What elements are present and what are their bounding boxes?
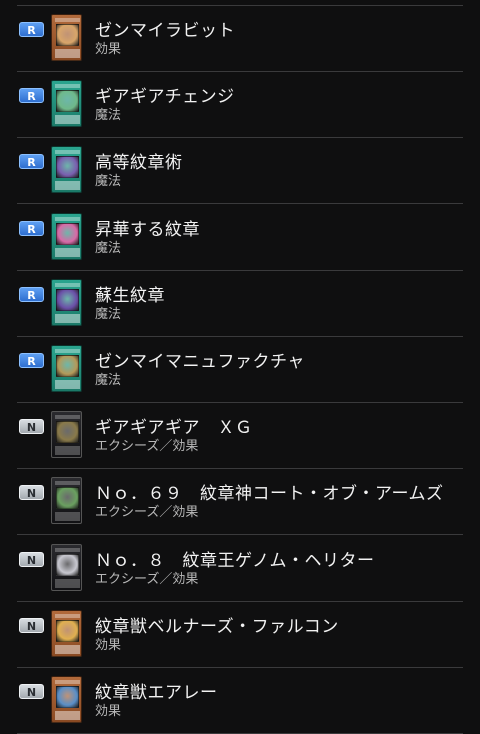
rarity-badge: R [19, 221, 44, 236]
card-row[interactable]: R ゼンマイマニュファクチャ 魔法 [0, 337, 480, 403]
rarity-badge: N [19, 552, 44, 567]
rarity-badge: R [19, 287, 44, 302]
card-list: R ゼンマイラビット 効果 R ギアギアチェンジ 魔法 R 高等紋章術 魔法 R 昇華する紋章 魔法 R… [0, 0, 480, 734]
card-row[interactable]: N Ｎｏ．８ 紋章王ゲノム・ヘリター エクシーズ／効果 [0, 536, 480, 602]
card-row[interactable]: N 紋章獣ベルナーズ・ファルコン 効果 [0, 602, 480, 668]
card-type: 魔法 [95, 108, 122, 123]
rarity-badge: R [19, 88, 44, 103]
card-type: エクシーズ／効果 [95, 572, 199, 587]
rarity-badge: R [19, 353, 44, 368]
card-thumbnail [51, 544, 82, 591]
card-row[interactable]: R 昇華する紋章 魔法 [0, 205, 480, 271]
rarity-badge: N [19, 485, 44, 500]
card-row[interactable]: N Ｎｏ．６９ 紋章神コート・オブ・アームズ エクシーズ／効果 [0, 469, 480, 535]
card-type: 効果 [95, 704, 122, 719]
card-thumbnail [51, 279, 82, 326]
card-type: 魔法 [95, 307, 122, 322]
row-divider [17, 203, 463, 204]
card-thumbnail [51, 477, 82, 524]
card-thumbnail [51, 146, 82, 193]
rarity-badge: R [19, 154, 44, 169]
card-type: 魔法 [95, 241, 122, 256]
card-row[interactable]: R 蘇生紋章 魔法 [0, 271, 480, 337]
card-type: 魔法 [95, 373, 122, 388]
card-type: エクシーズ／効果 [95, 505, 199, 520]
rarity-badge: R [19, 22, 44, 37]
card-thumbnail [51, 14, 82, 61]
card-name: 紋章獣ベルナーズ・ファルコン [95, 617, 339, 637]
card-row[interactable]: R ギアギアチェンジ 魔法 [0, 72, 480, 138]
rarity-badge: N [19, 684, 44, 699]
card-thumbnail [51, 676, 82, 723]
rarity-badge: N [19, 419, 44, 434]
card-type: エクシーズ／効果 [95, 439, 199, 454]
rarity-badge: N [19, 618, 44, 633]
card-row[interactable]: R ゼンマイラビット 効果 [0, 6, 480, 72]
card-thumbnail [51, 213, 82, 260]
card-row[interactable]: N 紋章獣エアレー 効果 [0, 668, 480, 734]
row-divider [17, 534, 463, 535]
card-thumbnail [51, 411, 82, 458]
card-name: ゼンマイマニュファクチャ [95, 352, 305, 372]
card-thumbnail [51, 345, 82, 392]
card-type: 魔法 [95, 174, 122, 189]
card-row[interactable]: N ギアギアギア ＸＧ エクシーズ／効果 [0, 403, 480, 469]
card-thumbnail [51, 80, 82, 127]
card-thumbnail [51, 610, 82, 657]
card-row[interactable]: R 高等紋章術 魔法 [0, 138, 480, 204]
card-type: 効果 [95, 42, 122, 57]
card-type: 効果 [95, 638, 122, 653]
